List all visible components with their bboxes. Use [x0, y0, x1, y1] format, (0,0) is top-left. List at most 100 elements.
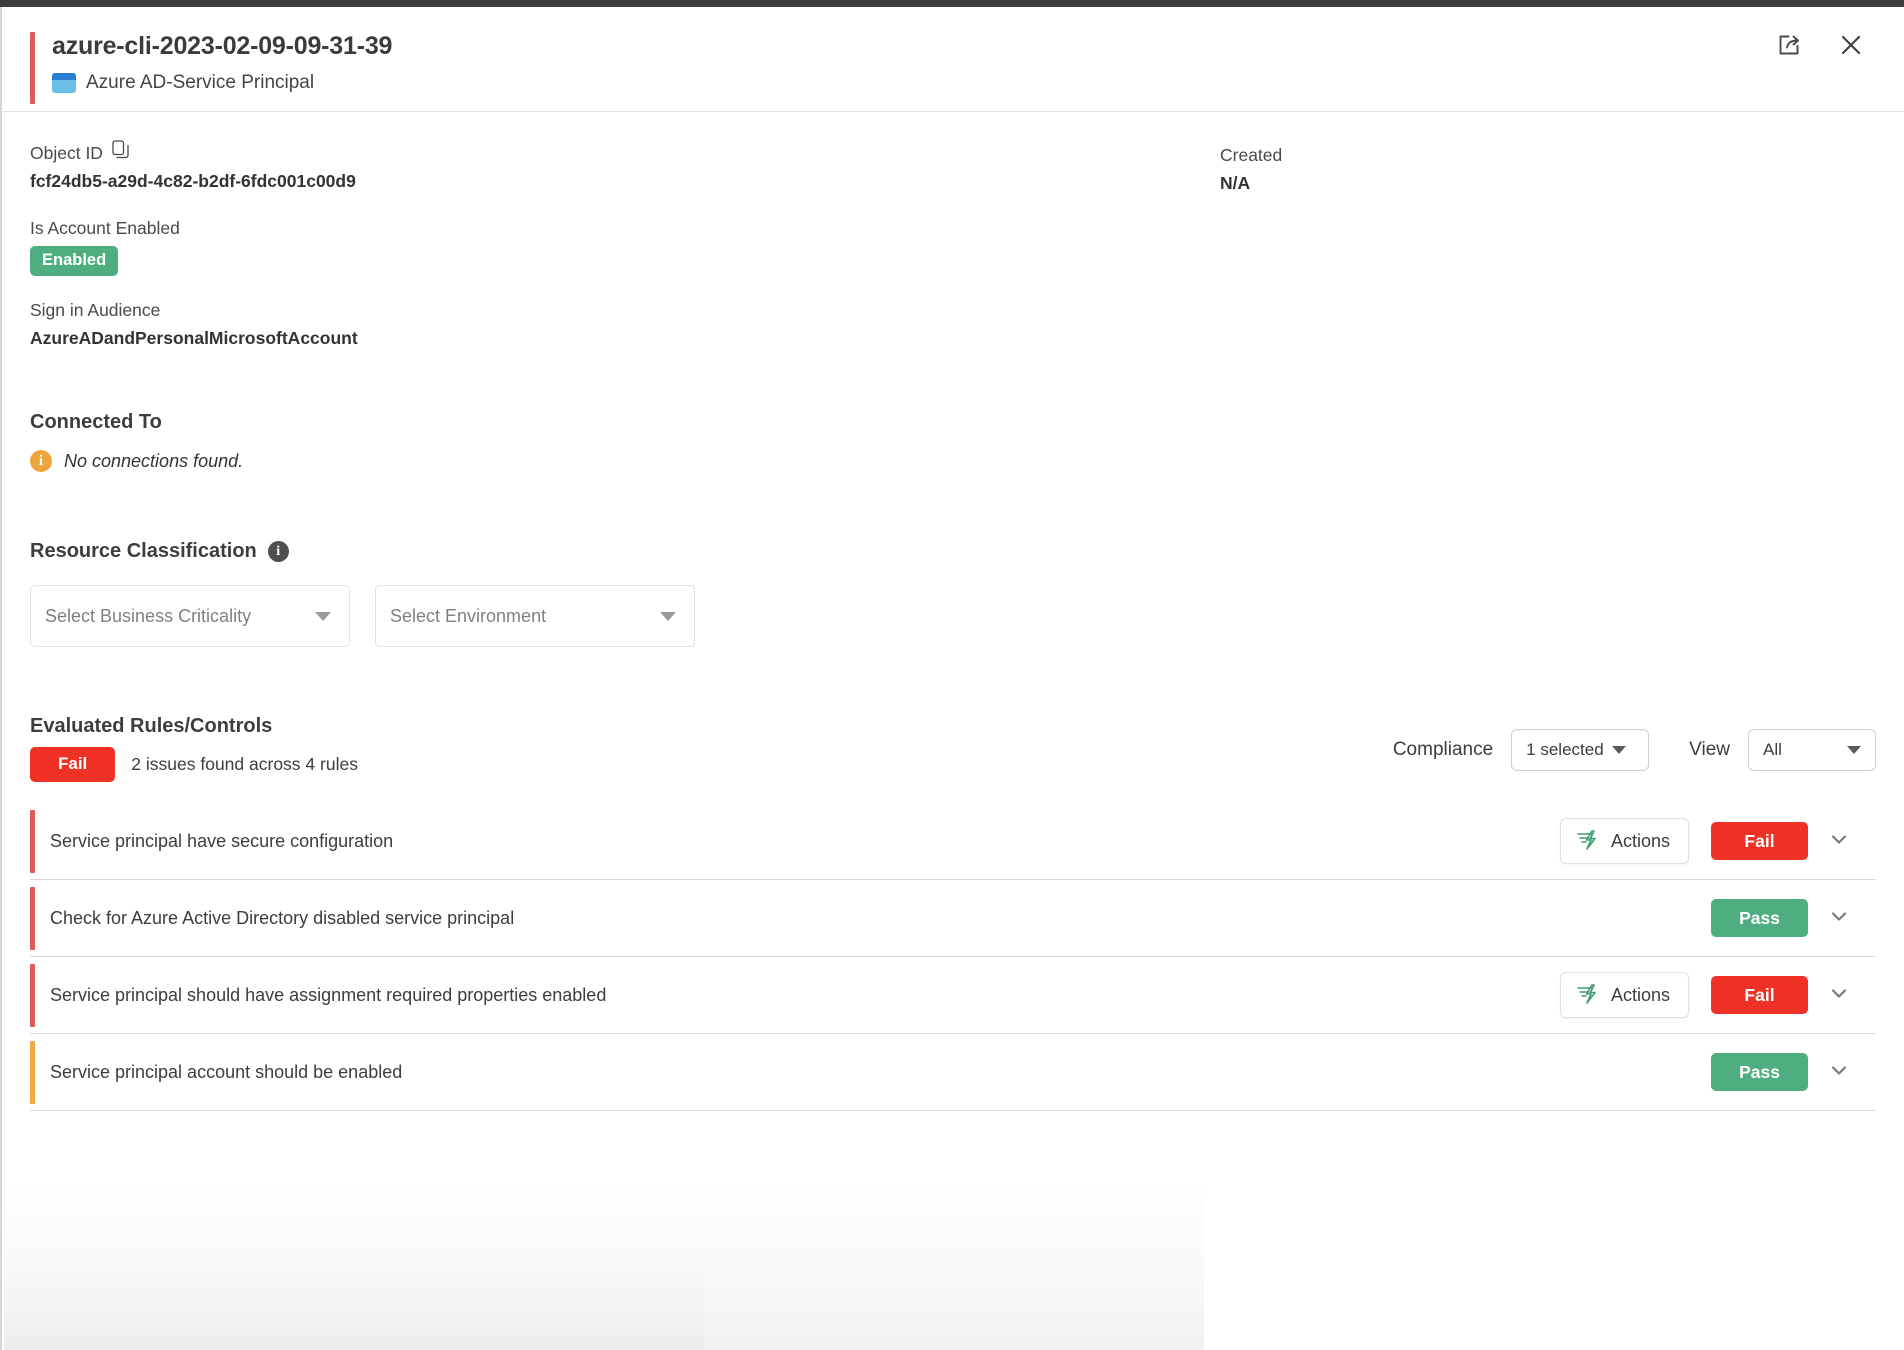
- properties-column-left: Object ID fcf24db5-a29d-4c82-b2df-6fdc00…: [30, 140, 1220, 373]
- header-text-group: azure-cli-2023-02-09-09-31-39 Azure AD-S…: [52, 29, 392, 94]
- view-filter-value: All: [1763, 740, 1782, 759]
- compliance-filter-label: Compliance: [1392, 739, 1494, 760]
- sign-in-audience-value: AzureADandPersonalMicrosoftAccount: [30, 328, 358, 348]
- actions-button[interactable]: Actions: [1559, 818, 1689, 864]
- status-badge[interactable]: Fail: [1711, 822, 1808, 860]
- is-account-enabled-label: Is Account Enabled: [30, 218, 180, 238]
- field-object-id: Object ID fcf24db5-a29d-4c82-b2df-6fdc00…: [30, 140, 1220, 194]
- actions-button[interactable]: Actions: [1559, 972, 1689, 1018]
- compliance-filter-value: 1 selected: [1526, 740, 1604, 759]
- rule-controls: Pass: [1527, 896, 1876, 940]
- classification-selects: Select Business Criticality Select Envir…: [30, 585, 1876, 647]
- environment-placeholder: Select Environment: [390, 605, 547, 626]
- created-label: Created: [1220, 145, 1283, 165]
- rule-name: Service principal have secure configurat…: [50, 830, 394, 851]
- resource-type-row: Azure AD-Service Principal: [52, 72, 392, 94]
- header-severity-accent: [30, 32, 35, 104]
- chevron-down-icon: [1847, 746, 1861, 754]
- share-button[interactable]: [1772, 29, 1806, 63]
- header-action-buttons: [1772, 29, 1868, 63]
- object-id-value: fcf24db5-a29d-4c82-b2df-6fdc001c00d9: [30, 171, 356, 191]
- environment-select[interactable]: Select Environment: [375, 585, 695, 647]
- field-created: Created N/A: [1220, 143, 1876, 196]
- evaluated-rules-filters: Compliance 1 selected View All: [1393, 729, 1876, 771]
- share-icon: [1776, 32, 1802, 61]
- panel-body: Object ID fcf24db5-a29d-4c82-b2df-6fdc00…: [2, 112, 1904, 1111]
- resource-detail-panel: azure-cli-2023-02-09-09-31-39 Azure AD-S…: [0, 7, 1904, 1350]
- rule-controls: Actions Fail: [1559, 972, 1876, 1018]
- chevron-down-icon: [1611, 746, 1626, 754]
- status-badge[interactable]: Fail: [1711, 976, 1808, 1014]
- info-icon[interactable]: i: [267, 541, 289, 562]
- view-filter-label: View: [1689, 739, 1730, 760]
- created-value: N/A: [1220, 173, 1251, 193]
- object-id-label-row: Object ID: [30, 140, 1220, 165]
- expand-row-button[interactable]: [1808, 973, 1870, 1017]
- properties-column-right: Created N/A: [1220, 140, 1876, 373]
- rule-controls: Pass: [1527, 1050, 1876, 1094]
- evaluated-rules-header: Evaluated Rules/Controls Fail 2 issues f…: [30, 715, 1876, 785]
- table-row[interactable]: Service principal account should be enab…: [30, 1034, 1876, 1111]
- connected-to-empty-state: i No connections found.: [30, 450, 1876, 472]
- rule-severity-accent: [30, 887, 35, 950]
- business-criticality-placeholder: Select Business Criticality: [45, 605, 252, 626]
- evaluated-rules-title: Evaluated Rules/Controls: [30, 715, 273, 737]
- window-top-chrome: [0, 0, 1904, 7]
- rule-severity-accent: [30, 810, 35, 873]
- evaluated-rules-heading-group: Evaluated Rules/Controls Fail 2 issues f…: [30, 715, 358, 782]
- expand-row-button[interactable]: [1808, 896, 1870, 940]
- evaluated-rules-summary-row: Fail 2 issues found across 4 rules: [30, 747, 358, 782]
- connected-to-empty-message: No connections found.: [64, 450, 244, 471]
- close-button[interactable]: [1834, 29, 1868, 63]
- panel-bottom-shadow: [4, 1175, 1204, 1350]
- table-row[interactable]: Service principal should have assignment…: [30, 957, 1876, 1034]
- compliance-filter-select[interactable]: 1 selected: [1511, 729, 1650, 771]
- page-title: azure-cli-2023-02-09-09-31-39: [52, 32, 393, 60]
- resource-type-label: Azure AD-Service Principal: [86, 72, 315, 93]
- resource-classification-title-text: Resource Classification: [30, 540, 257, 562]
- sign-in-audience-label: Sign in Audience: [30, 300, 161, 320]
- close-icon: [1838, 32, 1864, 61]
- info-icon: i: [30, 450, 52, 472]
- actions-button-label: Actions: [1610, 984, 1670, 1005]
- resource-classification-section: Resource Classification i Select Busines…: [30, 540, 1876, 647]
- field-sign-in-audience: Sign in Audience AzureADandPersonalMicro…: [30, 298, 1220, 351]
- status-badge[interactable]: Pass: [1711, 1053, 1808, 1091]
- chevron-down-icon: [1827, 904, 1851, 933]
- status-badge-account-enabled: Enabled: [30, 246, 119, 276]
- chevron-down-icon: [1827, 1058, 1851, 1087]
- object-id-label: Object ID: [30, 142, 103, 163]
- view-filter-select[interactable]: All: [1748, 729, 1876, 771]
- business-criticality-select[interactable]: Select Business Criticality: [30, 585, 350, 647]
- connected-to-section: Connected To i No connections found.: [30, 411, 1876, 472]
- properties-grid: Object ID fcf24db5-a29d-4c82-b2df-6fdc00…: [30, 112, 1876, 373]
- table-row[interactable]: Check for Azure Active Directory disable…: [30, 880, 1876, 957]
- overall-status-badge: Fail: [30, 747, 116, 782]
- field-is-account-enabled: Is Account Enabled Enabled: [30, 216, 1220, 276]
- chevron-down-icon: [315, 611, 331, 621]
- rule-controls: Actions Fail: [1559, 818, 1876, 864]
- chevron-down-icon: [1827, 981, 1851, 1010]
- copy-icon[interactable]: [112, 140, 129, 165]
- table-row[interactable]: Service principal have secure configurat…: [30, 803, 1876, 880]
- panel-header: azure-cli-2023-02-09-09-31-39 Azure AD-S…: [2, 7, 1904, 112]
- rule-severity-accent: [30, 964, 35, 1027]
- evaluated-rules-list: Service principal have secure configurat…: [30, 803, 1876, 1111]
- rule-name: Service principal should have assignment…: [50, 984, 607, 1005]
- status-badge[interactable]: Pass: [1711, 899, 1808, 937]
- expand-row-button[interactable]: [1808, 1050, 1870, 1094]
- chevron-down-icon: [660, 611, 676, 621]
- rule-name: Check for Azure Active Directory disable…: [50, 907, 515, 928]
- connected-to-title: Connected To: [30, 411, 162, 433]
- lightning-bolt-icon: [1575, 828, 1599, 855]
- rule-severity-accent: [30, 1041, 35, 1104]
- lightning-bolt-icon: [1575, 982, 1599, 1009]
- rule-name: Service principal account should be enab…: [50, 1061, 403, 1082]
- panel-bottom-shadow-inner: [4, 1260, 704, 1350]
- resource-classification-title: Resource Classification i: [30, 540, 1876, 563]
- window-icon: [52, 73, 76, 93]
- evaluated-rules-summary-text: 2 issues found across 4 rules: [131, 754, 358, 774]
- actions-button-label: Actions: [1610, 830, 1670, 851]
- expand-row-button[interactable]: [1808, 819, 1870, 863]
- chevron-down-icon: [1827, 827, 1851, 856]
